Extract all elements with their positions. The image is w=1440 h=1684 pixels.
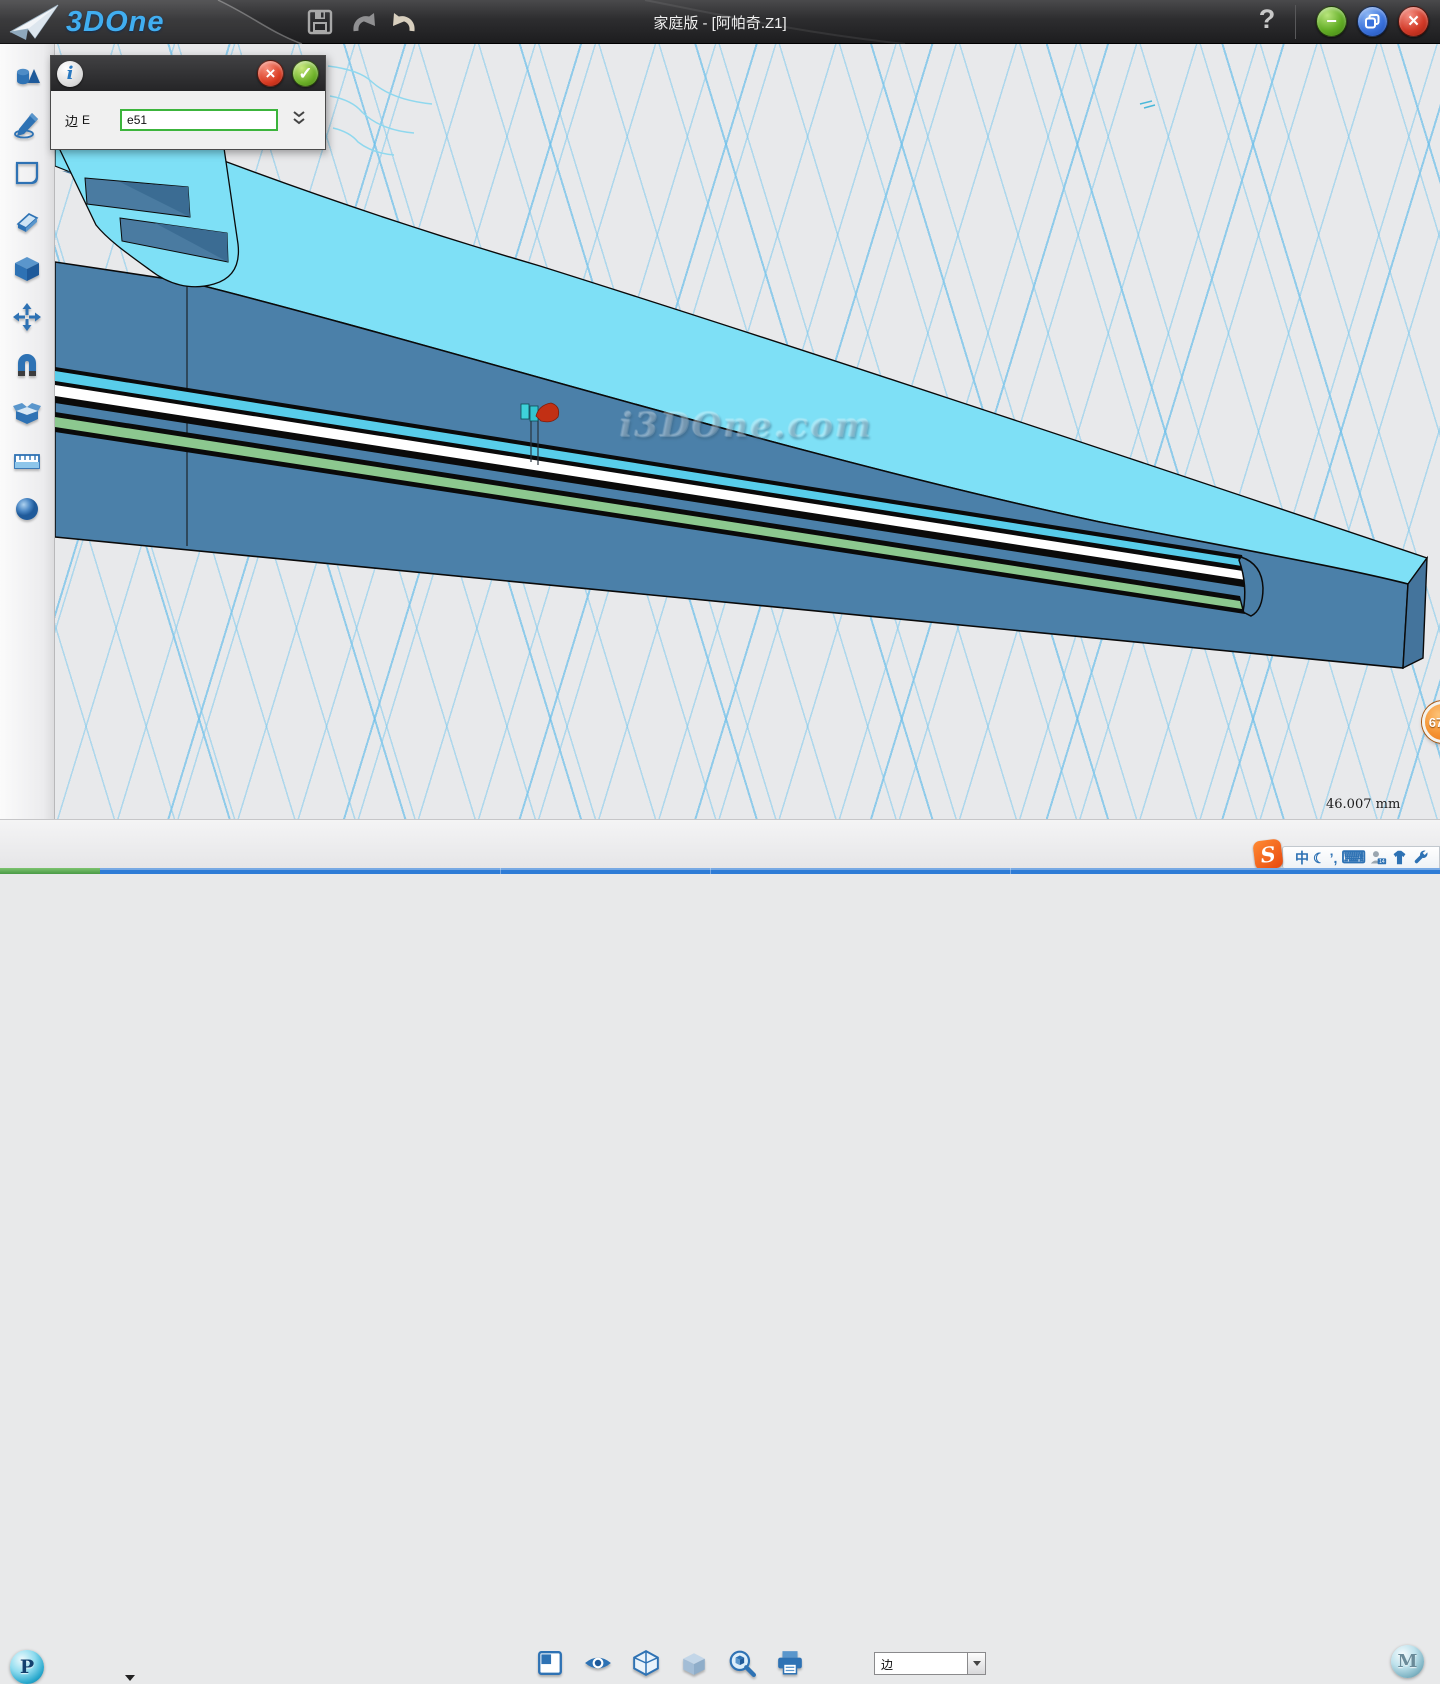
dialog-body: 边 E: [51, 91, 325, 149]
ime-toolbar: 中 ☾ ’, ⌨ 14: [1282, 846, 1440, 869]
move-icon[interactable]: [12, 302, 42, 332]
taskbar-divider: [710, 868, 711, 874]
view-corner-icon[interactable]: [536, 1649, 564, 1677]
p-badge-letter: P: [20, 1656, 34, 1678]
dialog-cancel-button[interactable]: ×: [257, 60, 284, 87]
titlebar: 3DOne 家庭版 - [阿帕奇.Z1] ? − ×: [0, 0, 1440, 44]
right-status-badge[interactable]: M: [1391, 1645, 1424, 1678]
measurement-readout: 46.007 mm: [1326, 797, 1400, 812]
sketch-draw-icon[interactable]: [12, 110, 42, 140]
feature-cube-icon[interactable]: [12, 254, 42, 284]
dropdown-arrow-button[interactable]: [967, 1652, 986, 1675]
close-icon: ×: [1408, 11, 1419, 33]
sogou-icon[interactable]: S: [1252, 838, 1283, 870]
m-badge-letter: M: [1398, 1651, 1418, 1672]
info-glyph: i: [67, 63, 74, 84]
ok-check-icon: ✓: [298, 64, 312, 84]
expand-chevrons-icon[interactable]: [292, 110, 306, 131]
assembly-box-icon[interactable]: [12, 398, 42, 428]
edge-input[interactable]: [120, 109, 278, 131]
taskbar-divider: [500, 868, 501, 874]
os-taskbar-strip[interactable]: [0, 868, 1440, 874]
titlebar-separator: [1295, 5, 1296, 39]
settings-wrench-icon[interactable]: [1412, 849, 1429, 866]
edge-input-dialog: i × ✓ 边 E: [50, 55, 326, 150]
dialog-titlebar[interactable]: i × ✓: [51, 56, 325, 91]
taskbar-divider: [1010, 868, 1011, 874]
edge-field-tag: E: [82, 113, 90, 127]
sogou-letter: S: [1259, 841, 1277, 868]
viewport[interactable]: i3DOne.com 46.007 mm 67: [55, 44, 1440, 819]
skin-shirt-icon[interactable]: [1391, 849, 1408, 866]
svg-text:14: 14: [1379, 859, 1385, 865]
primitives-icon[interactable]: [12, 62, 42, 92]
material-sphere-icon[interactable]: [12, 494, 42, 524]
keyboard-icon[interactable]: ⌨: [1341, 848, 1366, 868]
magnet-icon[interactable]: [12, 350, 42, 380]
help-icon: ?: [1259, 4, 1276, 34]
sketch-plane-icon[interactable]: [12, 158, 42, 188]
taskbar-start-segment[interactable]: [0, 868, 100, 874]
help-button[interactable]: ?: [1250, 4, 1284, 40]
punctuation-icon[interactable]: ’,: [1330, 848, 1338, 868]
wireframe-cube-icon[interactable]: [632, 1649, 660, 1677]
filter-dropdown-value[interactable]: 边: [874, 1652, 967, 1675]
restore-icon: [1365, 14, 1380, 29]
badge-count: 67: [1429, 715, 1440, 730]
filter-dropdown[interactable]: 边: [874, 1652, 986, 1675]
edge-field-label: 边: [65, 111, 78, 130]
user-count-icon[interactable]: 14: [1370, 849, 1387, 866]
left-status-badge[interactable]: P: [10, 1650, 44, 1684]
status-caret-icon[interactable]: [125, 1675, 135, 1681]
shaded-cube-icon[interactable]: [680, 1649, 708, 1677]
eraser-icon[interactable]: [12, 206, 42, 236]
scene-layer: i3DOne.com 46.007 mm 67: [55, 44, 1440, 819]
view-toolbar-icons: 边: [536, 1649, 986, 1677]
view-toolbar: P 边: [0, 819, 1440, 868]
watermark: i3DOne.com: [620, 406, 873, 446]
moon-icon[interactable]: ☾: [1313, 848, 1326, 868]
close-button[interactable]: ×: [1398, 6, 1429, 37]
sidebar-toolbar: [0, 44, 55, 819]
print-icon[interactable]: [776, 1649, 804, 1677]
minimize-icon: −: [1326, 11, 1337, 32]
zoom-view-icon[interactable]: [728, 1649, 756, 1677]
visibility-eye-icon[interactable]: [584, 1649, 612, 1677]
window-title: 家庭版 - [阿帕奇.Z1]: [0, 12, 1440, 33]
taskbar-shine: [100, 868, 1440, 870]
chevron-down-icon: [973, 1661, 981, 1666]
sketch-curves: [328, 66, 1155, 155]
chinese-mode-icon[interactable]: 中: [1295, 848, 1309, 868]
dialog-ok-button[interactable]: ✓: [292, 60, 319, 87]
measure-ruler-icon[interactable]: [12, 446, 42, 476]
restore-button[interactable]: [1357, 6, 1388, 37]
info-icon: i: [57, 61, 83, 87]
cancel-icon: ×: [266, 64, 276, 84]
minimize-button[interactable]: −: [1316, 6, 1347, 37]
